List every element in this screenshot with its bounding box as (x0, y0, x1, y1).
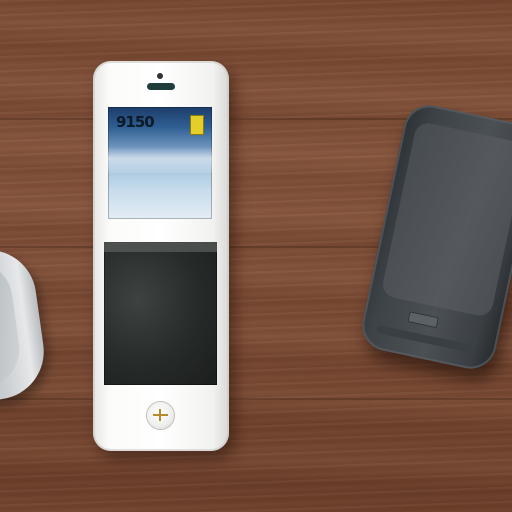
right-dark-phone (357, 100, 512, 374)
wave-image (108, 147, 212, 173)
front-camera (157, 73, 163, 79)
dark-phone-bottom-bar (376, 324, 473, 353)
left-phone-screen (0, 257, 25, 392)
screen-badge-icon (190, 115, 204, 135)
dark-phone-screen (380, 120, 512, 319)
top-screen: 9150 (108, 107, 212, 219)
dark-phone-home-button (407, 311, 440, 329)
bottom-screen (104, 242, 217, 385)
wooden-table: 9150 (0, 0, 512, 512)
left-silver-phone (0, 243, 50, 407)
home-button (147, 402, 174, 429)
center-white-phone: 9150 (93, 61, 229, 451)
screen-number-text: 9150 (116, 113, 155, 131)
plank-seam (0, 398, 512, 400)
home-button-mark (159, 409, 161, 421)
earpiece-speaker (147, 83, 175, 90)
bottom-screen-edge (104, 242, 217, 252)
